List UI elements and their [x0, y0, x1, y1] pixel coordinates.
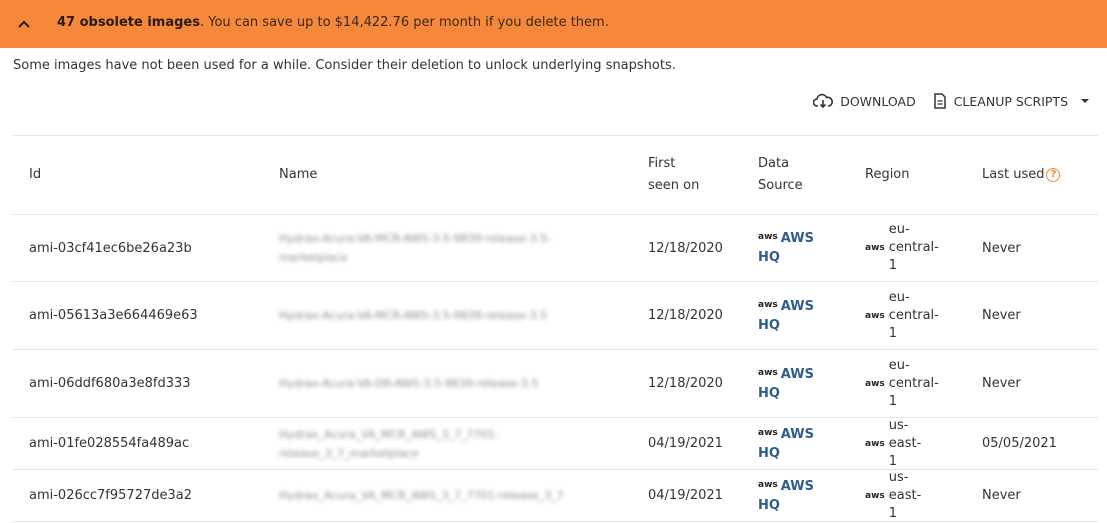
document-icon [933, 93, 946, 109]
aws-logo-icon: aws [865, 490, 885, 501]
last-used: Never [982, 308, 1021, 323]
data-source-name[interactable]: AWS [781, 425, 814, 444]
description-text: Some images have not been used for a whi… [13, 58, 676, 73]
last-used: 05/05/2021 [982, 436, 1057, 451]
name-cell: Hydrax-Acura-VA-DR-AWS-3.5-9839-release-… [279, 350, 619, 417]
first-seen: 12/18/2020 [648, 240, 723, 256]
image-id: ami-03cf41ec6be26a23b [29, 240, 192, 256]
data-source-name-suffix[interactable]: HQ [758, 384, 814, 403]
table-row[interactable]: ami-026cc7f95727de3a2 Hydrax_Acura_VA_MCR… [13, 470, 1098, 522]
region: us-east- 1 [888, 469, 922, 521]
aws-logo-icon: aws [865, 310, 885, 321]
image-id: ami-026cc7f95727de3a2 [29, 488, 193, 503]
first-seen: 12/18/2020 [648, 376, 723, 391]
aws-logo-icon: aws [758, 299, 778, 310]
image-id: ami-05613a3e664469e63 [29, 308, 198, 323]
header-first-seen[interactable]: First seen on [648, 136, 708, 214]
data-source-cell: aws AWS HQ [758, 215, 848, 281]
savings-text: . You can save up to $14,422.76 per mont… [200, 15, 609, 30]
image-name: Hydrax-Acura-VA-MCR-AWS-3.5-9839-release… [279, 232, 552, 264]
header-region[interactable]: Region [865, 136, 965, 214]
region-cell: aws us-east- 1 [865, 470, 965, 521]
banner-message: 47 obsolete images. You can save up to $… [57, 15, 609, 30]
data-source-name-suffix[interactable]: HQ [758, 444, 814, 463]
name-cell: Hydrax_Acura_VA_MCR_AWS_3_7_7701-release… [279, 418, 619, 469]
image-name: Hydrax_Acura_VA_MCR_AWS_3_7_7701-release… [279, 489, 564, 502]
image-id: ami-01fe028554fa489ac [29, 436, 190, 451]
cleanup-scripts-button[interactable]: CLEANUP SCRIPTS [933, 93, 1090, 109]
header-last-used-label: Last used [982, 167, 1045, 182]
download-label: DOWNLOAD [840, 93, 916, 109]
aws-logo-icon: aws [865, 378, 885, 389]
data-source-name-suffix[interactable]: HQ [758, 496, 814, 515]
obsolete-images-banner[interactable]: 47 obsolete images. You can save up to $… [0, 0, 1107, 48]
first-seen: 04/19/2021 [648, 488, 723, 503]
image-name: Hydrax-Acura-VA-MCR-AWS-3.5-9839-release… [279, 309, 548, 322]
header-data-source[interactable]: Data Source [758, 136, 818, 214]
region-cell: aws eu-central- 1 [865, 215, 965, 281]
region-cell: aws eu-central- 1 [865, 282, 965, 349]
aws-logo-icon: aws [758, 232, 778, 242]
first-seen: 04/19/2021 [648, 436, 723, 451]
data-source-name-suffix[interactable]: HQ [758, 248, 814, 267]
last-used: Never [982, 376, 1021, 391]
table-row[interactable]: ami-06ddf680a3e8fd333 Hydrax-Acura-VA-DR-… [13, 350, 1098, 418]
table-row[interactable]: ami-05613a3e664469e63 Hydrax-Acura-VA-MCR… [13, 282, 1098, 350]
table-actions: DOWNLOAD CLEANUP SCRIPTS [813, 93, 1090, 109]
table-row[interactable]: ami-03cf41ec6be26a23b Hydrax-Acura-VA-MCR… [13, 215, 1098, 282]
data-source-name[interactable]: AWS [781, 477, 814, 496]
region-cell: aws us-east- 1 [865, 418, 965, 469]
aws-logo-icon: aws [865, 243, 885, 253]
data-source-cell: aws AWS HQ [758, 418, 848, 469]
data-source-cell: aws AWS HQ [758, 282, 848, 349]
caret-down-icon[interactable] [1080, 98, 1090, 104]
region: eu-central- 1 [888, 357, 939, 409]
aws-logo-icon: aws [758, 367, 778, 378]
data-source-name[interactable]: AWS [781, 297, 814, 316]
aws-logo-icon: aws [865, 438, 885, 449]
download-button[interactable]: DOWNLOAD [813, 93, 916, 109]
data-source-cell: aws AWS HQ [758, 350, 848, 417]
cleanup-scripts-label: CLEANUP SCRIPTS [953, 93, 1068, 109]
region: eu-central- 1 [888, 222, 939, 273]
aws-logo-icon: aws [758, 479, 778, 490]
cloud-download-icon [813, 93, 834, 109]
data-source-name-suffix[interactable]: HQ [758, 316, 814, 335]
obsolete-count: 47 obsolete images [57, 15, 200, 30]
region-cell: aws eu-central- 1 [865, 350, 965, 417]
data-source-cell: aws AWS HQ [758, 470, 848, 521]
header-id[interactable]: Id [29, 136, 259, 214]
name-cell: Hydrax-Acura-VA-MCR-AWS-3.5-9839-release… [279, 215, 619, 281]
name-cell: Hydrax-Acura-VA-MCR-AWS-3.5-9839-release… [279, 282, 619, 349]
aws-logo-icon: aws [758, 427, 778, 438]
region: us-east- 1 [888, 417, 922, 469]
header-name[interactable]: Name [279, 136, 619, 214]
obsolete-images-table: Id Name First seen on Data Source Region… [13, 135, 1098, 522]
data-source-name[interactable]: AWS [781, 365, 814, 384]
chevron-up-icon[interactable] [14, 14, 34, 34]
name-cell: Hydrax_Acura_VA_MCR_AWS_3_7_7701-release… [279, 470, 619, 521]
help-icon[interactable]: ? [1046, 168, 1061, 182]
header-last-used[interactable]: Last used ? [982, 136, 1092, 214]
table-header: Id Name First seen on Data Source Region… [13, 135, 1098, 215]
table-row[interactable]: ami-01fe028554fa489ac Hydrax_Acura_VA_MCR… [13, 418, 1098, 470]
image-name: Hydrax_Acura_VA_MCR_AWS_3_7_7701-release… [279, 427, 499, 460]
data-source-name[interactable]: AWS [781, 229, 814, 248]
image-id: ami-06ddf680a3e8fd333 [29, 376, 191, 391]
last-used: Never [982, 240, 1021, 256]
image-name: Hydrax-Acura-VA-DR-AWS-3.5-9839-release-… [279, 377, 539, 390]
region: eu-central- 1 [888, 289, 939, 341]
last-used: Never [982, 488, 1021, 503]
first-seen: 12/18/2020 [648, 308, 723, 323]
